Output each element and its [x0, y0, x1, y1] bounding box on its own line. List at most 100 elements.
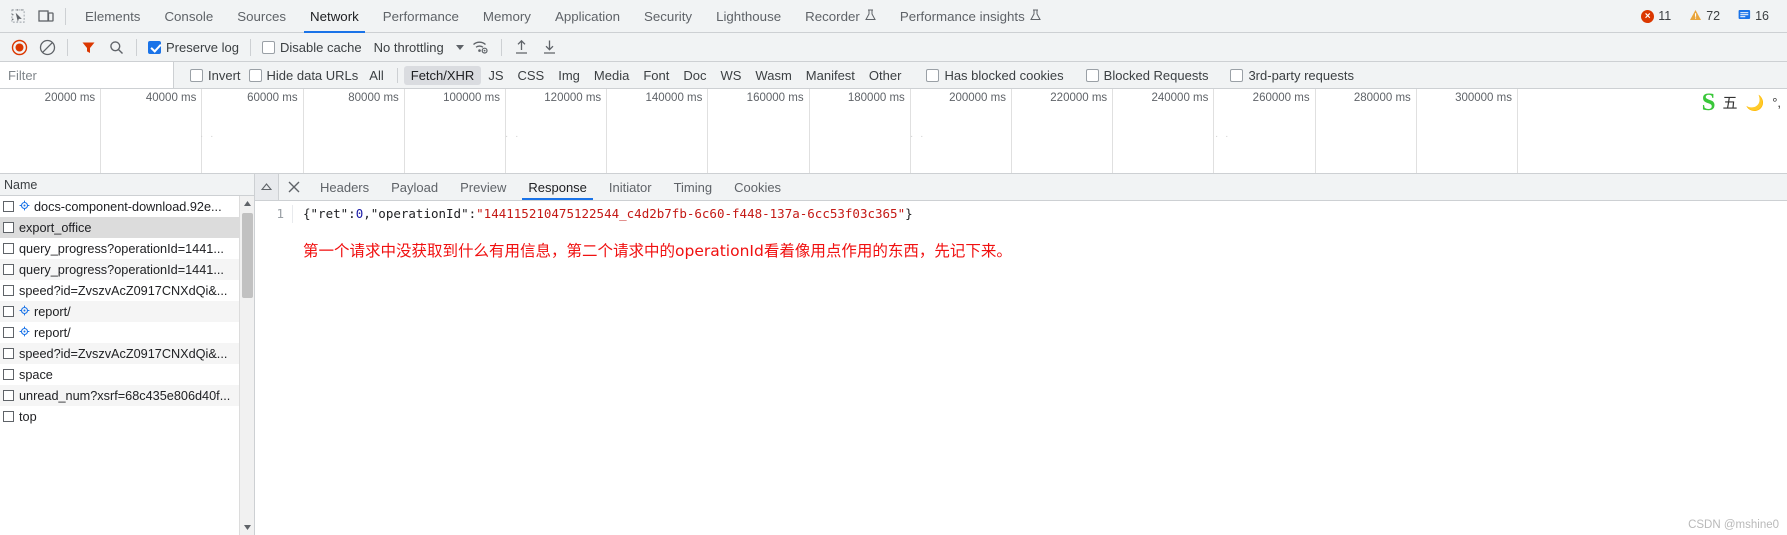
response-json[interactable]: {"ret":0,"operationId":"1441152104751225…	[293, 205, 913, 223]
filter-type-fetch-xhr[interactable]: Fetch/XHR	[403, 65, 482, 85]
request-checkbox-icon	[3, 348, 14, 359]
search-input[interactable]	[6, 66, 167, 84]
preserve-log-checkbox[interactable]: Preserve log	[144, 40, 243, 55]
request-row[interactable]: unread_num?xsrf=68c435e806d40f...	[0, 385, 254, 406]
tab-sources[interactable]: Sources	[225, 0, 298, 33]
tab-label: Elements	[85, 8, 141, 24]
tab-preview[interactable]: Preview	[449, 174, 517, 200]
ime-floating-toolbar[interactable]: S 五 🌙 °,	[1702, 90, 1781, 115]
request-row[interactable]: speed?id=ZvszvAcZ0917CNXdQi&...	[0, 343, 254, 364]
ime-mode-label[interactable]: 五	[1722, 92, 1737, 113]
checkbox-box	[248, 68, 262, 82]
filter-type-doc[interactable]: Doc	[676, 66, 713, 85]
checkbox-box	[261, 40, 275, 54]
third-party-requests-checkbox[interactable]: 3rd-party requests	[1226, 68, 1358, 83]
tab-elements[interactable]: Elements	[73, 0, 152, 33]
request-row[interactable]: top	[0, 406, 254, 427]
throttling-dropdown[interactable]: No throttling	[368, 40, 466, 55]
device-toolbar-icon[interactable]	[32, 3, 60, 29]
request-row[interactable]: report/	[0, 322, 254, 343]
request-list-header[interactable]: Name	[0, 174, 254, 196]
tab-cookies[interactable]: Cookies	[723, 174, 792, 200]
filter-type-js[interactable]: JS	[481, 66, 510, 85]
clear-icon[interactable]	[34, 35, 60, 59]
filter-type-media[interactable]: Media	[587, 66, 636, 85]
timeline-tick: 280000 ms	[1316, 89, 1417, 173]
has-blocked-cookies-checkbox[interactable]: Has blocked cookies	[922, 68, 1067, 83]
request-row[interactable]: docs-component-download.92e...	[0, 196, 254, 217]
tab-memory[interactable]: Memory	[471, 0, 543, 33]
invert-checkbox[interactable]: Invert	[186, 68, 245, 83]
network-conditions-icon[interactable]	[468, 35, 494, 59]
tab-timing[interactable]: Timing	[663, 174, 724, 200]
tab-performance-insights[interactable]: Performance insights	[888, 0, 1053, 33]
json-open-brace: {	[303, 206, 311, 221]
filter-type-all[interactable]: All	[362, 66, 390, 85]
tab-response[interactable]: Response	[517, 174, 598, 200]
network-overview-timeline[interactable]: 20000 ms 40000 ms 60000 ms 80000 ms 100000 m…	[0, 89, 1787, 174]
experiment-flask-icon	[1029, 9, 1041, 24]
filter-type-manifest[interactable]: Manifest	[799, 66, 862, 85]
tab-payload[interactable]: Payload	[380, 174, 449, 200]
request-row[interactable]: export_office	[0, 217, 254, 238]
tab-recorder[interactable]: Recorder	[793, 0, 888, 33]
export-har-icon[interactable]	[537, 35, 563, 59]
tab-label: Console	[164, 8, 214, 24]
scrollbar-thumb[interactable]	[242, 213, 253, 298]
filter-funnel-icon[interactable]	[75, 35, 101, 59]
devtools-tabbar: Elements Console Sources Network Perform…	[0, 0, 1787, 33]
hide-data-urls-checkbox[interactable]: Hide data URLs	[245, 68, 363, 83]
tab-performance[interactable]: Performance	[371, 0, 471, 33]
tab-console[interactable]: Console	[152, 0, 225, 33]
collapse-icon[interactable]	[255, 174, 279, 200]
search-icon[interactable]	[103, 35, 129, 59]
filter-type-css[interactable]: CSS	[511, 66, 552, 85]
timeline-ruler: 20000 ms 40000 ms 60000 ms 80000 ms 100000 m…	[0, 89, 1787, 173]
timeline-tick-label: 100000 ms	[443, 92, 500, 104]
disable-cache-checkbox[interactable]: Disable cache	[258, 40, 366, 55]
vertical-scrollbar[interactable]	[239, 196, 254, 535]
request-row[interactable]: query_progress?operationId=1441...	[0, 238, 254, 259]
request-row[interactable]: report/	[0, 301, 254, 322]
error-counter[interactable]: × 11	[1633, 6, 1679, 26]
punctuation-icon[interactable]: °,	[1772, 95, 1781, 110]
request-detail-panel: Headers Payload Preview Response Initiat…	[255, 174, 1787, 535]
filter-type-other[interactable]: Other	[862, 66, 909, 85]
json-comma: ,	[363, 206, 371, 221]
scroll-down-icon[interactable]	[240, 520, 255, 535]
close-icon[interactable]	[279, 174, 309, 200]
tab-security[interactable]: Security	[632, 0, 704, 33]
filter-type-wasm[interactable]: Wasm	[748, 66, 798, 85]
tab-initiator[interactable]: Initiator	[598, 174, 663, 200]
filter-type-ws[interactable]: WS	[713, 66, 748, 85]
request-row[interactable]: space	[0, 364, 254, 385]
tab-network[interactable]: Network	[298, 0, 371, 33]
blocked-requests-checkbox[interactable]: Blocked Requests	[1082, 68, 1213, 83]
inspect-cursor-icon[interactable]	[4, 3, 32, 29]
request-checkbox-icon	[3, 201, 14, 212]
warning-counter[interactable]: 72	[1681, 6, 1728, 27]
tab-headers[interactable]: Headers	[309, 174, 380, 200]
response-body: 1 {"ret":0,"operationId":"14411521047512…	[255, 201, 1787, 535]
scroll-up-icon[interactable]	[240, 196, 255, 211]
tab-lighthouse[interactable]: Lighthouse	[704, 0, 793, 33]
request-checkbox-icon	[3, 222, 14, 233]
invert-label: Invert	[208, 67, 241, 83]
import-har-icon[interactable]	[509, 35, 535, 59]
error-count: 11	[1658, 9, 1672, 23]
filter-type-font[interactable]: Font	[636, 66, 676, 85]
request-name: query_progress?operationId=1441...	[19, 262, 224, 277]
gear-icon	[19, 326, 30, 340]
request-row[interactable]: speed?id=ZvszvAcZ0917CNXdQi&...	[0, 280, 254, 301]
record-button-icon[interactable]	[6, 35, 32, 59]
warning-count: 72	[1706, 9, 1721, 23]
filter-type-img[interactable]: Img	[551, 66, 587, 85]
tab-application[interactable]: Application	[543, 0, 632, 33]
moon-icon[interactable]: 🌙	[1746, 94, 1765, 112]
filter-toolbar: Invert Hide data URLs All Fetch/XHR JS C…	[0, 62, 1787, 89]
timeline-tick: 100000 ms	[405, 89, 506, 173]
request-row[interactable]: query_progress?operationId=1441...	[0, 259, 254, 280]
timeline-tick-label: 260000 ms	[1252, 92, 1310, 104]
info-counter[interactable]: 16	[1730, 6, 1777, 27]
filter-options: Invert Hide data URLs All Fetch/XHR JS C…	[174, 62, 1787, 88]
